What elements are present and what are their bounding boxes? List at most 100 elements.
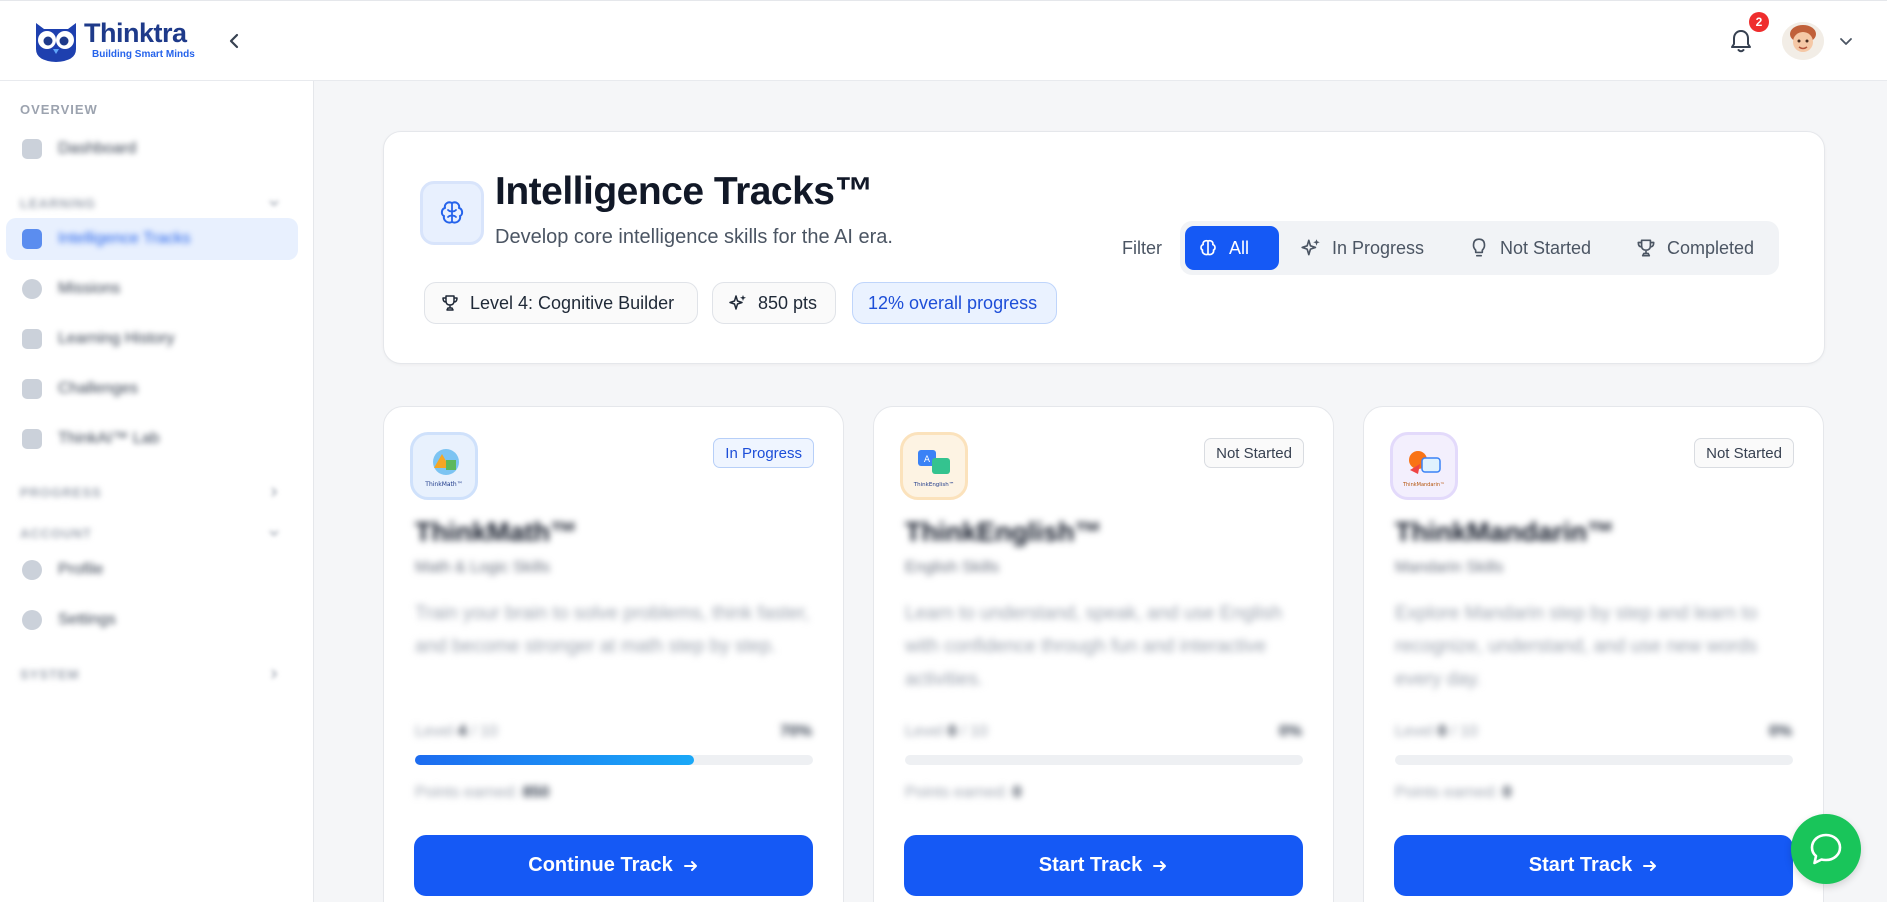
status-badge: Not Started: [1694, 438, 1794, 468]
filter-label-completed: Completed: [1667, 237, 1755, 258]
chevron-right-icon[interactable]: [268, 668, 280, 680]
sidebar-item-label: Learning History: [58, 330, 175, 347]
filter-label-in-progress: In Progress: [1332, 237, 1425, 258]
notification-bell-icon[interactable]: [1727, 27, 1755, 55]
filter-label-all: All: [1229, 237, 1250, 258]
status-badge: In Progress: [713, 438, 814, 468]
sidebar-item-label: Challenges: [58, 380, 139, 397]
track-title: ThinkMath™: [415, 517, 577, 547]
arrow-right-icon: [683, 860, 697, 871]
chat-button[interactable]: [1791, 814, 1861, 884]
sidebar-item-settings[interactable]: Settings: [6, 599, 298, 641]
track-percent: 70%: [779, 723, 812, 740]
button-label: Continue Track: [528, 854, 673, 876]
sidebar-item-label: Dashboard: [58, 140, 137, 157]
brain-icon: [1200, 239, 1216, 256]
dashboard-icon: [22, 139, 42, 159]
brain-icon: [22, 229, 42, 249]
brain-icon: [420, 181, 484, 245]
owl-logo-icon: [36, 23, 76, 62]
track-percent: 0%: [1278, 723, 1302, 740]
filter-completed-button[interactable]: Completed: [1623, 226, 1766, 270]
app-tagline: Building Smart Minds: [92, 49, 195, 60]
track-card-thinkenglish: A ThinkEnglish™ Not Started ThinkEnglish…: [873, 406, 1334, 902]
track-description: Explore Mandarin step by step and learn …: [1395, 603, 1758, 690]
button-label: Start Track: [1038, 854, 1143, 876]
svg-text:ThinkMath™: ThinkMath™: [424, 481, 462, 488]
top-header: Thinktra Building Smart Minds 2: [0, 0, 1887, 81]
sidebar-item-label: Settings: [58, 611, 116, 628]
sidebar-item-learning-history[interactable]: Learning History: [6, 318, 298, 360]
flame-icon: [22, 379, 42, 399]
chevron-down-icon[interactable]: [268, 197, 280, 209]
thinkenglish-logo-icon: A ThinkEnglish™: [900, 432, 968, 500]
sidebar-item-challenges[interactable]: Challenges: [6, 368, 298, 410]
intelligence-tracks-header-card: Intelligence Tracks™ Develop core intell…: [383, 131, 1825, 364]
chevron-down-icon[interactable]: [268, 527, 280, 539]
sidebar-item-label: Missions: [58, 280, 121, 297]
track-points: Points earned: 850: [415, 784, 550, 801]
app-logo[interactable]: Thinktra Building Smart Minds: [30, 15, 195, 65]
start-track-button[interactable]: Start Track: [1394, 835, 1793, 896]
track-progress-bar: [415, 755, 813, 765]
sidebar-item-missions[interactable]: Missions: [6, 268, 298, 310]
level-text: Level 4: Cognitive Builder: [470, 292, 675, 313]
track-level: Level 0 / 10: [1395, 723, 1478, 740]
user-avatar[interactable]: [1782, 22, 1824, 60]
sidebar-item-profile[interactable]: Profile: [6, 549, 298, 591]
sidebar-item-label: Profile: [58, 561, 104, 578]
overall-progress-text: 12% overall progress: [868, 292, 1038, 313]
account-menu-chevron-icon[interactable]: [1838, 33, 1854, 49]
track-title: ThinkMandarin™: [1395, 517, 1615, 547]
gear-icon: [22, 610, 42, 630]
filter-in-progress-button[interactable]: In Progress: [1288, 226, 1436, 270]
sidebar-section-learning[interactable]: LEARNING: [20, 196, 96, 211]
track-card-thinkmath: ThinkMath™ In Progress ThinkMath™ Math &…: [383, 406, 844, 902]
filter-label: Filter: [1122, 238, 1162, 258]
chevron-right-icon[interactable]: [268, 486, 280, 498]
sidebar-item-label: Intelligence Tracks: [58, 230, 191, 247]
sidebar-item-intelligence-tracks[interactable]: Intelligence Tracks: [6, 218, 298, 260]
user-icon: [22, 560, 42, 580]
target-icon: [22, 279, 42, 299]
track-progress-fill: [415, 755, 694, 765]
arrow-right-icon: [1153, 860, 1167, 871]
continue-track-button[interactable]: Continue Track: [414, 835, 813, 896]
notification-count-badge: 2: [1749, 12, 1769, 32]
app-name: Thinktra: [84, 18, 187, 48]
thinkmandarin-logo-icon: ThinkMandarin™: [1390, 432, 1458, 500]
trophy-icon: [1637, 239, 1655, 257]
track-description: Learn to understand, speak, and use Engl…: [905, 603, 1283, 690]
track-points: Points earned: 0: [1395, 784, 1512, 801]
filter-label-not-started: Not Started: [1500, 237, 1592, 258]
track-points: Points earned: 0: [905, 784, 1022, 801]
sidebar-section-progress[interactable]: PROGRESS: [20, 485, 102, 500]
sidebar-item-dashboard[interactable]: Dashboard: [6, 128, 298, 170]
sidebar-section-account[interactable]: ACCOUNT: [20, 526, 92, 541]
track-category: English Skills: [905, 559, 1000, 576]
track-progress-bar: [1395, 755, 1793, 765]
svg-text:A: A: [924, 455, 931, 465]
svg-text:ThinkEnglish™: ThinkEnglish™: [913, 481, 954, 488]
flask-icon: [22, 429, 42, 449]
thinkmath-logo-icon: ThinkMath™: [410, 432, 478, 500]
track-level: Level 4 / 10: [415, 723, 498, 740]
status-badge: Not Started: [1204, 438, 1304, 468]
collapse-sidebar-icon[interactable]: [224, 29, 244, 53]
track-category: Math & Logic Skills: [415, 559, 551, 576]
chat-bubble-icon: [1810, 833, 1842, 865]
filter-all-button[interactable]: All: [1185, 226, 1279, 270]
monitor-icon: [22, 329, 42, 349]
track-description: Train your brain to solve problems, thin…: [415, 603, 810, 657]
sidebar-section-system[interactable]: SYSTEM: [20, 667, 79, 682]
track-card-thinkmandarin: ThinkMandarin™ Not Started ThinkMandarin…: [1363, 406, 1824, 902]
track-category: Mandarin Skills: [1395, 559, 1504, 576]
track-percent: 0%: [1768, 723, 1792, 740]
overall-progress-pill: 12% overall progress: [852, 282, 1057, 324]
arrow-right-icon: [1643, 860, 1657, 871]
sidebar-item-ai-lab[interactable]: ThinkAI™ Lab: [6, 418, 298, 460]
start-track-button[interactable]: Start Track: [904, 835, 1303, 896]
track-level: Level 0 / 10: [905, 723, 988, 740]
filter-not-started-button[interactable]: Not Started: [1456, 226, 1603, 270]
level-pill: Level 4: Cognitive Builder: [424, 282, 698, 324]
